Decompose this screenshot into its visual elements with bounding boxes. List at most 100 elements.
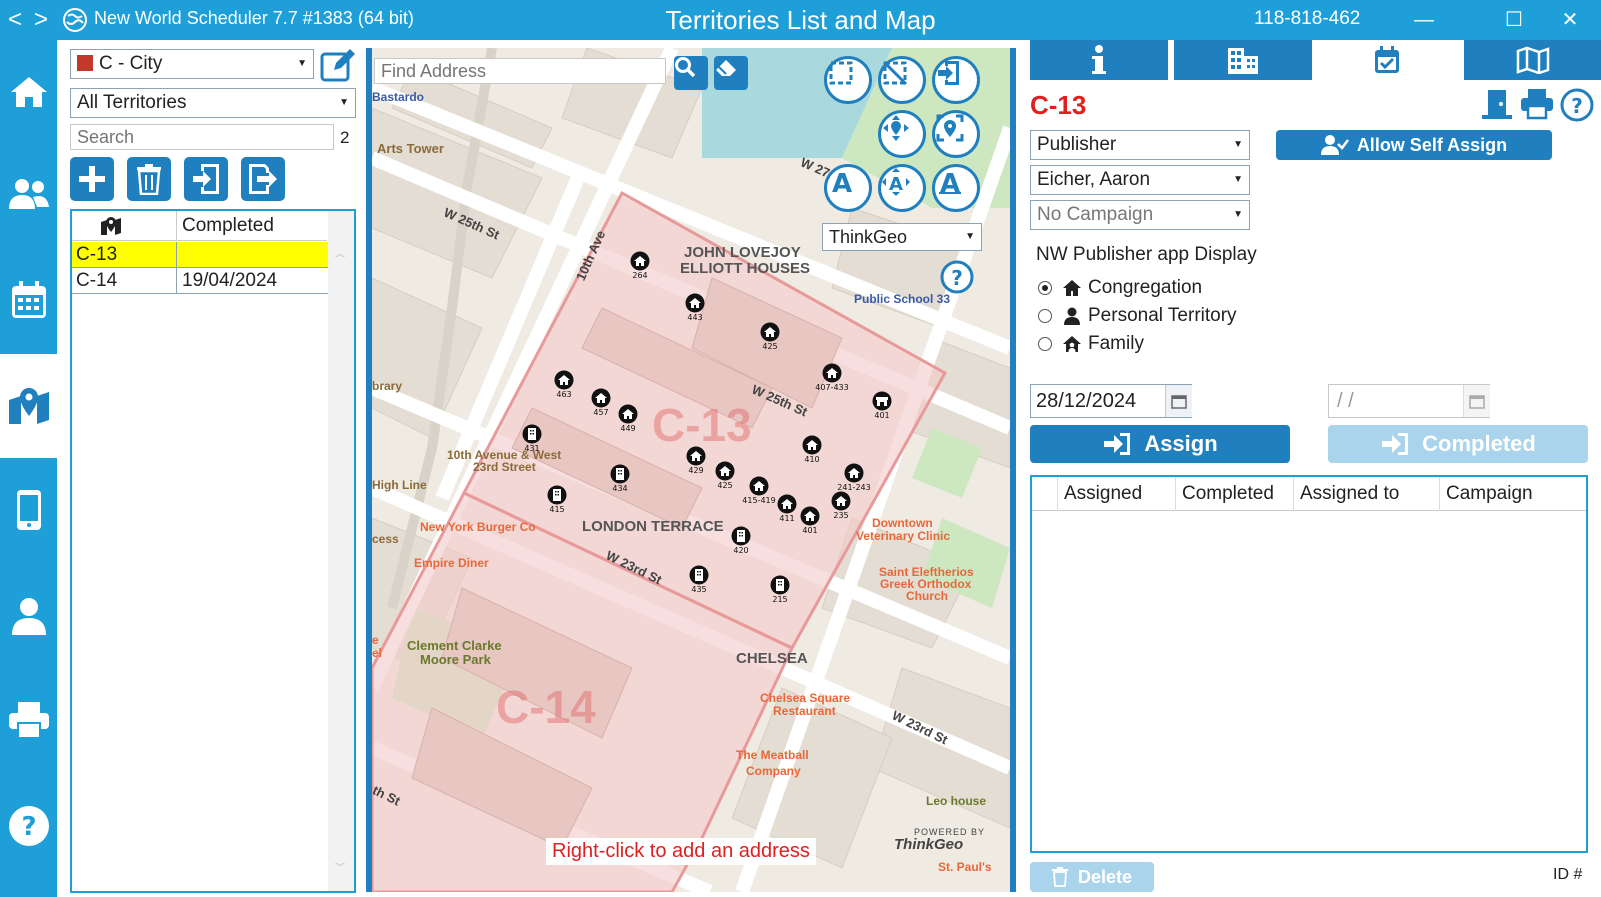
zoom-to-all-button[interactable] <box>932 110 980 158</box>
detail-help-button[interactable]: ? <box>1560 88 1594 127</box>
completed-button[interactable]: Completed <box>1328 425 1588 463</box>
maximize-button[interactable]: ☐ <box>1494 4 1534 36</box>
publisher-select[interactable]: Eicher, Aaron ▼ <box>1030 165 1250 195</box>
clear-selection-button[interactable] <box>878 56 926 104</box>
edit-icon[interactable] <box>320 48 356 87</box>
calendar-picker-icon[interactable] <box>1165 385 1192 417</box>
column-header-completed[interactable]: Completed <box>1176 477 1294 511</box>
rail-people-button[interactable] <box>0 152 57 236</box>
close-button[interactable]: ✕ <box>1550 4 1590 36</box>
select-area-button[interactable] <box>824 56 872 104</box>
table-row[interactable]: C-13 <box>72 242 328 268</box>
address-marker[interactable]: 264 <box>630 251 650 283</box>
territory-search-input[interactable] <box>70 124 334 150</box>
scroll-down-icon[interactable]: ﹀ <box>335 859 345 874</box>
campaign-select[interactable]: No Campaign ▼ <box>1030 200 1250 230</box>
column-header-completed: Completed <box>182 215 274 236</box>
address-marker-label: 463 <box>556 390 572 399</box>
label-button[interactable]: A <box>824 164 872 212</box>
map-provider-select[interactable]: ThinkGeo ▼ <box>822 223 982 251</box>
rail-territories-button[interactable] <box>0 354 57 458</box>
address-marker[interactable]: 425 <box>760 322 780 354</box>
territory-list-scrollbar[interactable]: ︿ ﹀ <box>328 211 354 891</box>
rail-home-button[interactable] <box>0 50 57 134</box>
move-label-button[interactable]: A <box>878 164 926 212</box>
scroll-up-icon[interactable]: ︿ <box>335 245 345 260</box>
address-marker[interactable]: 401 <box>800 506 820 538</box>
tab-assignments[interactable] <box>1314 40 1460 80</box>
address-marker[interactable]: 425 <box>715 461 735 493</box>
address-marker[interactable]: 410 <box>802 435 822 467</box>
edit-label-button[interactable]: A <box>932 164 980 212</box>
calendar-picker-icon[interactable] <box>1463 385 1490 417</box>
tab-map[interactable] <box>1464 40 1601 80</box>
trash-icon <box>1051 867 1068 887</box>
address-marker[interactable]: 215 <box>770 575 790 607</box>
display-option-personal[interactable]: Personal Territory <box>1038 304 1237 328</box>
address-marker[interactable]: 457 <box>591 388 611 420</box>
allow-self-assign-button[interactable]: Allow Self Assign <box>1276 130 1552 160</box>
assign-date-picker[interactable]: 28/12/2024 <box>1030 384 1192 418</box>
radio-button[interactable] <box>1038 309 1052 323</box>
address-marker[interactable]: 431 <box>522 424 542 456</box>
panel-splitter-right[interactable] <box>1010 48 1016 892</box>
address-marker[interactable]: 415 <box>547 485 567 517</box>
territory-filter-select[interactable]: All Territories ▼ <box>70 88 356 118</box>
map-import-button[interactable] <box>932 56 980 104</box>
rail-mobile-button[interactable] <box>0 468 57 552</box>
table-row[interactable]: C-14 19/04/2024 <box>72 268 328 294</box>
delete-assignment-button[interactable]: Delete <box>1030 862 1154 892</box>
display-option-family[interactable]: Family <box>1038 332 1144 356</box>
export-territory-button[interactable] <box>241 157 285 201</box>
address-marker[interactable]: 401 <box>872 391 892 423</box>
address-marker[interactable]: 429 <box>686 446 706 478</box>
radio-button[interactable] <box>1038 337 1052 351</box>
column-header-assigned-to[interactable]: Assigned to <box>1294 477 1440 511</box>
tab-info[interactable] <box>1030 40 1168 80</box>
map-label: cess <box>372 532 399 546</box>
zoom-to-territory-button[interactable] <box>878 110 926 158</box>
column-header-assigned[interactable]: Assigned <box>1058 477 1176 511</box>
address-marker[interactable]: 411 <box>777 494 797 526</box>
publisher-type-value: Publisher <box>1037 134 1117 155</box>
rail-help-button[interactable]: ? <box>0 784 57 868</box>
clear-search-button[interactable] <box>714 56 748 90</box>
address-marker[interactable]: 443 <box>685 293 705 325</box>
publisher-type-select[interactable]: Publisher ▼ <box>1030 130 1250 160</box>
assign-button[interactable]: Assign <box>1030 425 1290 463</box>
house-marker-icon <box>844 463 864 483</box>
house-marker-icon <box>822 363 842 383</box>
door-button[interactable] <box>1480 88 1514 125</box>
minimize-button[interactable]: — <box>1404 4 1444 36</box>
print-territory-button[interactable] <box>1520 88 1554 125</box>
completed-date-picker[interactable]: / / <box>1328 384 1490 418</box>
territory-title: C-13 <box>1030 90 1087 120</box>
tab-buildings[interactable] <box>1174 40 1312 80</box>
import-territory-button[interactable] <box>184 157 228 201</box>
rail-person-button[interactable] <box>0 574 57 658</box>
address-marker[interactable]: 235 <box>831 491 851 523</box>
address-marker[interactable]: 415-419 <box>742 476 776 508</box>
display-option-congregation[interactable]: Congregation <box>1038 276 1202 300</box>
rail-print-button[interactable] <box>0 678 57 762</box>
pan-marker-icon <box>883 115 909 141</box>
map-label: el <box>372 646 383 660</box>
address-marker[interactable]: 435 <box>689 565 709 597</box>
territory-map[interactable]: Bastardo Arts Tower W 25th St W 25th St … <box>372 48 1010 892</box>
display-option-label: Personal Territory <box>1088 305 1237 326</box>
column-header-campaign[interactable]: Campaign <box>1440 477 1586 511</box>
rail-calendar-button[interactable] <box>0 258 57 342</box>
address-marker[interactable]: 407-433 <box>815 363 849 395</box>
find-address-input[interactable] <box>374 58 666 84</box>
add-territory-button[interactable] <box>70 157 114 201</box>
address-marker[interactable]: 434 <box>610 464 630 496</box>
address-marker[interactable]: 420 <box>731 526 751 558</box>
radio-button[interactable] <box>1038 281 1052 295</box>
search-button[interactable] <box>674 56 708 90</box>
address-marker[interactable]: 463 <box>554 370 574 402</box>
address-marker-label: 407-433 <box>815 383 849 392</box>
address-marker[interactable]: 449 <box>618 404 638 436</box>
territory-type-select[interactable]: C - City ▼ <box>70 49 314 79</box>
delete-territory-button[interactable] <box>127 157 171 201</box>
address-marker-label: 434 <box>612 484 628 493</box>
